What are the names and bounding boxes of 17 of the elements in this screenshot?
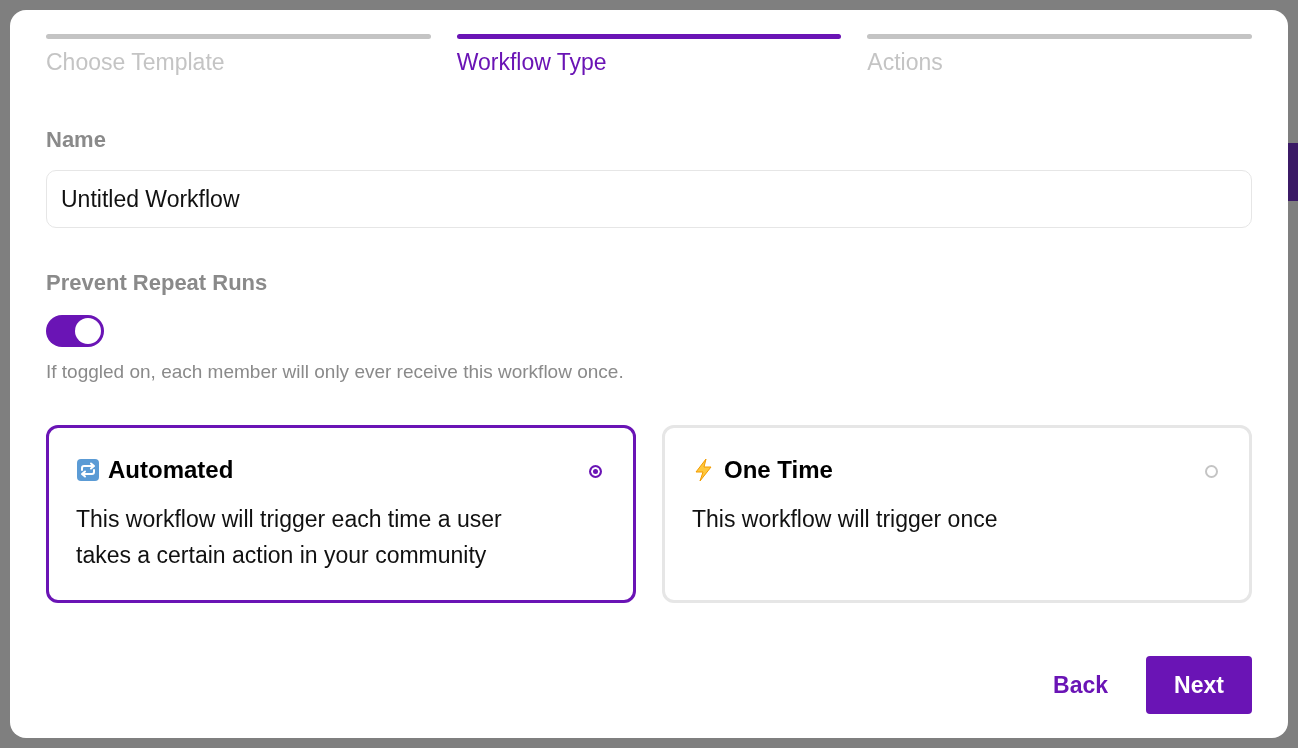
option-card[interactable]: Automated This workflow will trigger each time a user takes a certain action in your community [46, 425, 636, 603]
back-button[interactable]: Back [1053, 671, 1108, 699]
card-description: This workflow will trigger once [692, 505, 999, 534]
sidebar-highlight [1288, 143, 1298, 201]
toggle-switch[interactable] [46, 315, 104, 347]
next-button[interactable]: Next [1146, 656, 1252, 714]
card-title: Automated [108, 456, 234, 484]
option-card[interactable]: One Time This workflow will trigger once [662, 425, 1252, 603]
field-label: Prevent Repeat Runs [46, 270, 269, 296]
help-text: If toggled on, each member will only ever receive this workflow once. [46, 361, 625, 383]
card-description: This workflow will trigger each time a user takes a certain action in your community [76, 505, 503, 570]
step-tab[interactable]: Workflow Type [456, 34, 842, 76]
card-title: One Time [724, 456, 833, 484]
radio-button[interactable] [589, 465, 602, 478]
field-label: Name [46, 127, 107, 153]
repeat-icon [76, 458, 100, 482]
name-field[interactable]: Untitled Workflow [46, 170, 1252, 228]
